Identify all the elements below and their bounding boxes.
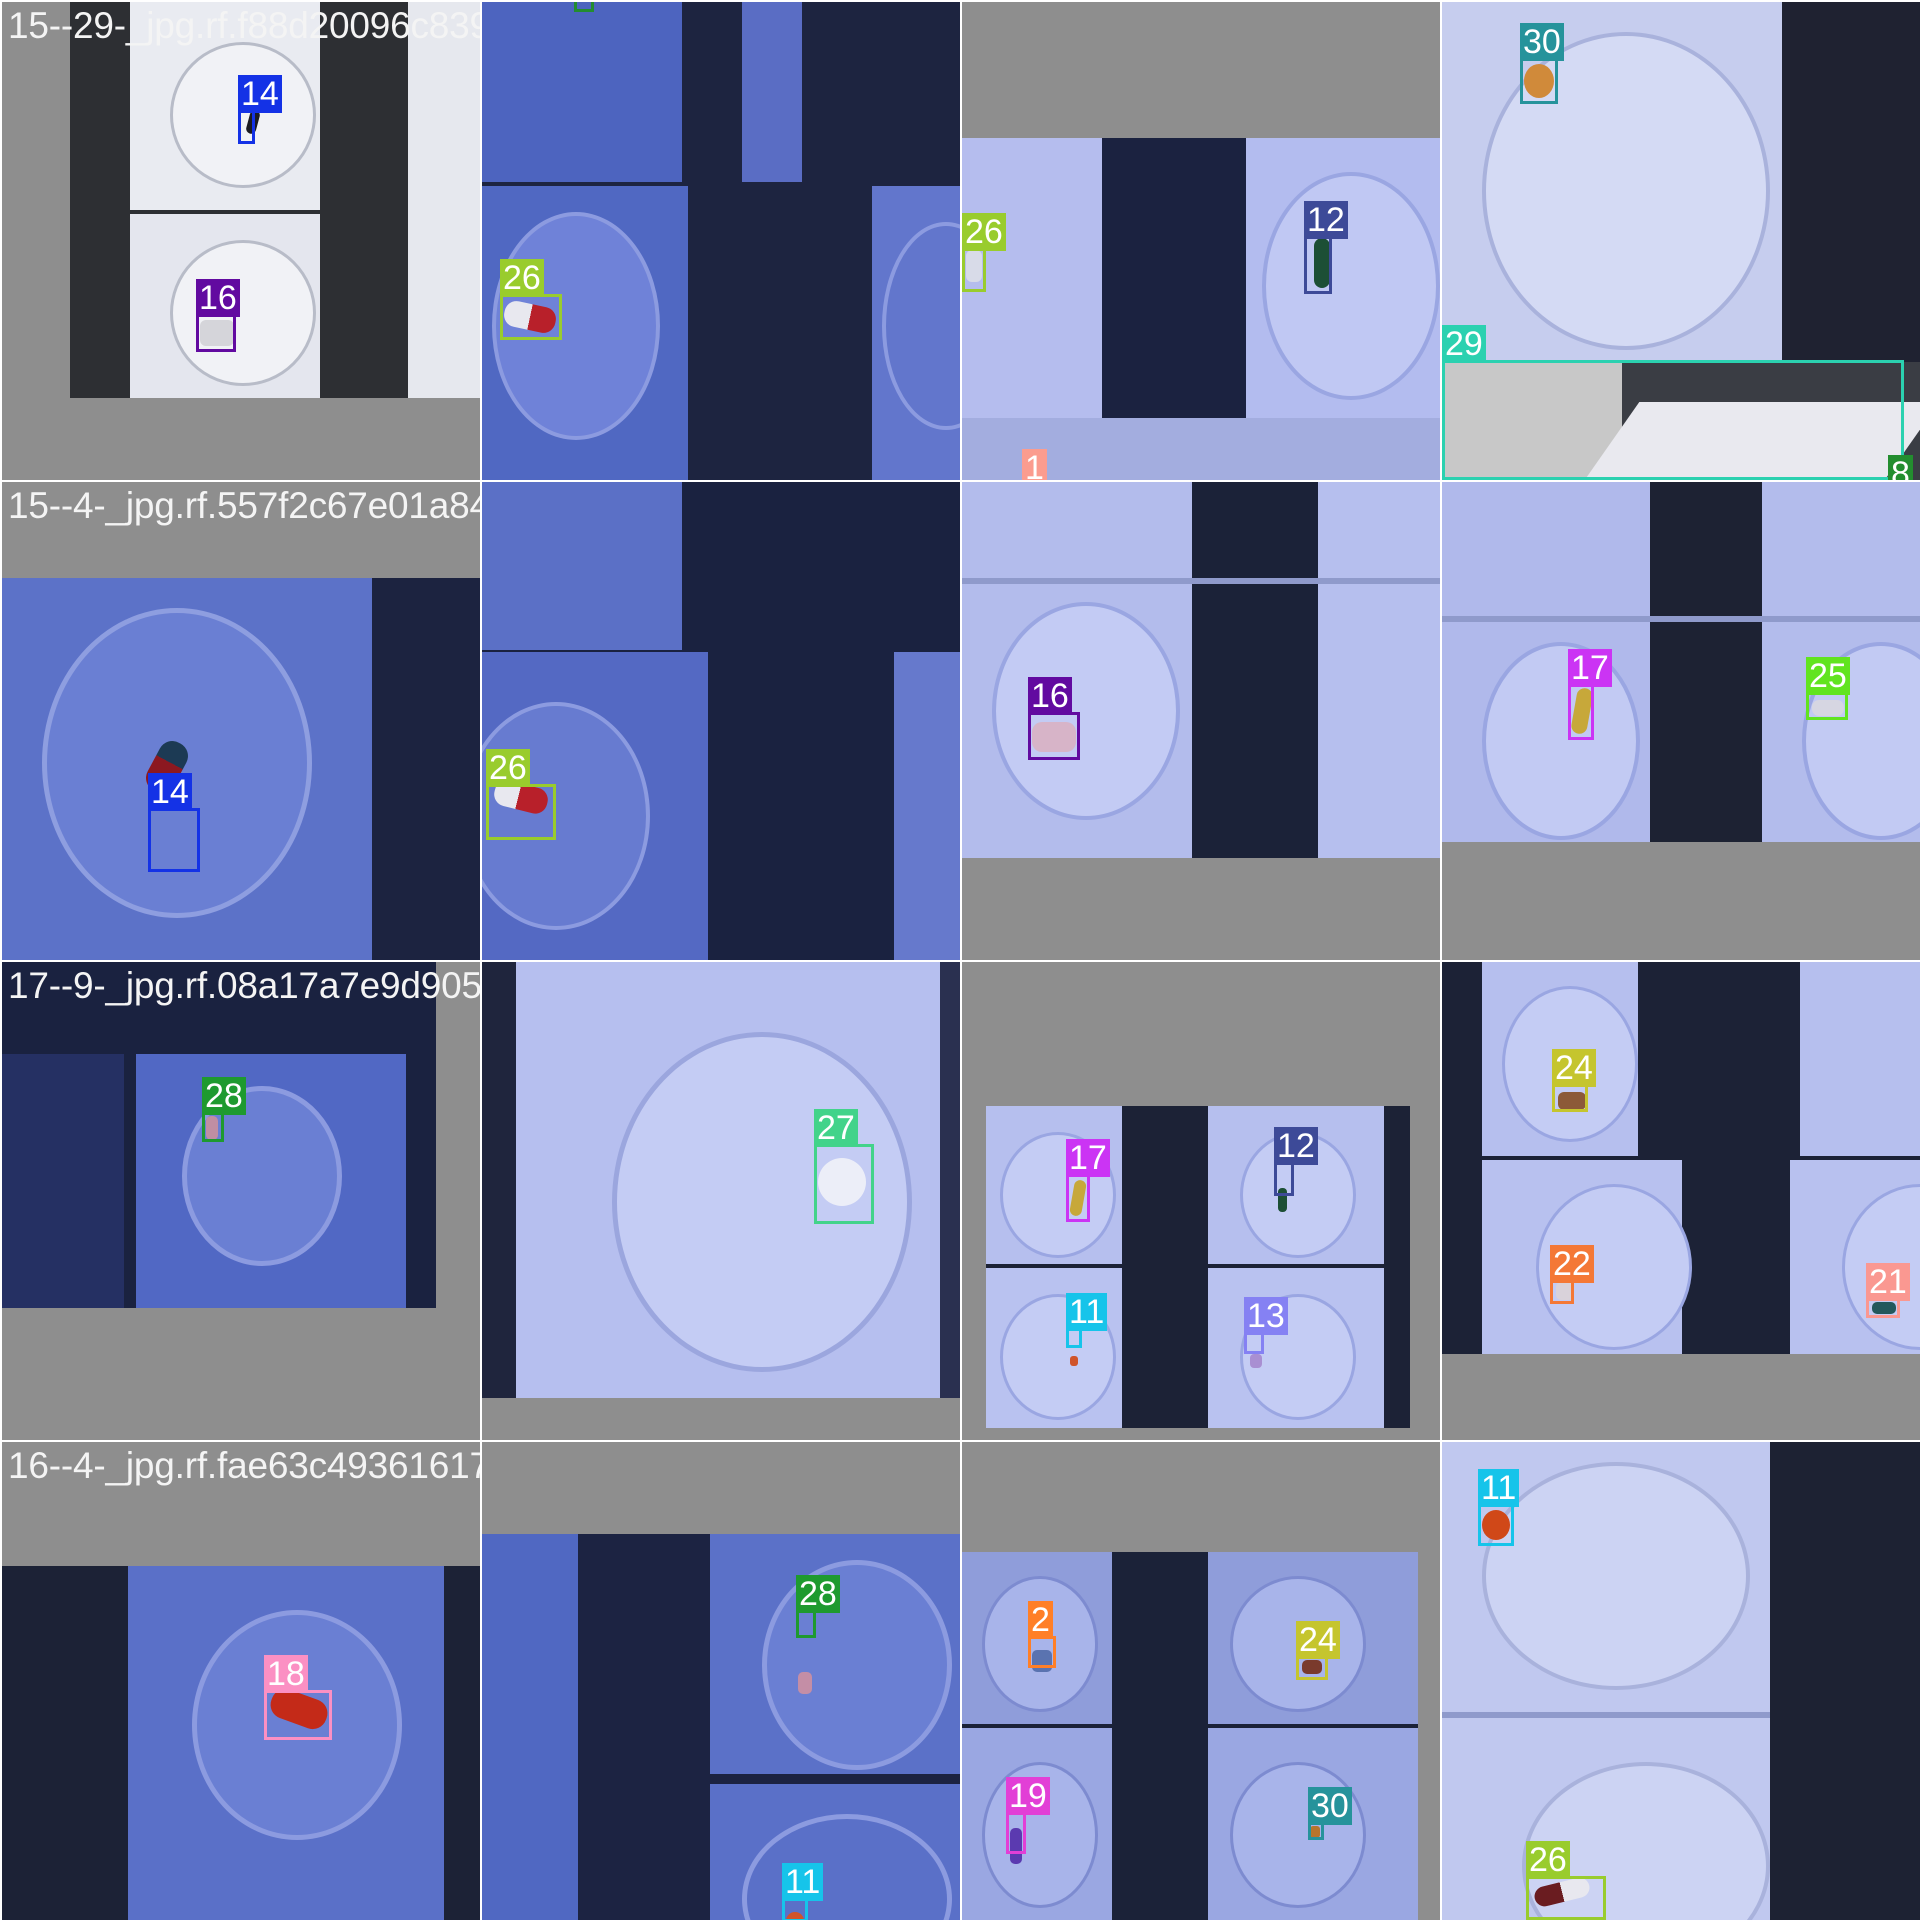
mosaic-tile-2: 8 26 bbox=[482, 2, 960, 480]
bbox-class-28: 28 bbox=[796, 1575, 840, 1638]
tile-photo bbox=[986, 1106, 1410, 1428]
tile-caption: 16--4-_jpg.rf.fae63c4936161723-1-_jpg.rf… bbox=[8, 1445, 480, 1486]
bbox-class-17: 17 bbox=[1568, 649, 1612, 740]
bbox-label: 19 bbox=[1006, 1777, 1050, 1815]
tile-photo bbox=[1442, 962, 1920, 1354]
mosaic-tile-3: 26 12 1 bbox=[962, 2, 1440, 480]
bbox-label: 26 bbox=[1526, 1841, 1570, 1879]
bbox-label: 30 bbox=[1308, 1787, 1352, 1825]
bbox-label: 25 bbox=[1806, 657, 1850, 695]
bbox-label: 24 bbox=[1296, 1621, 1340, 1659]
mosaic-tile-15: 2 24 19 30 bbox=[962, 1442, 1440, 1920]
tile-photo bbox=[482, 2, 960, 480]
bbox-label: 8 bbox=[1888, 455, 1913, 480]
bbox-label: 14 bbox=[238, 75, 282, 113]
bbox-label: 12 bbox=[1304, 201, 1348, 239]
tile-caption: 15--4-_jpg.rf.557f2c67e01a84-504-_jpg.rf… bbox=[8, 485, 480, 526]
bbox-class-26: 26 bbox=[962, 213, 1006, 292]
bbox-class-24: 24 bbox=[1552, 1049, 1596, 1112]
bbox-class-30: 30 bbox=[1308, 1787, 1352, 1840]
bbox-class-11: 11 bbox=[1478, 1469, 1520, 1546]
tile-photo bbox=[962, 482, 1440, 858]
bbox-label: 12 bbox=[1274, 1127, 1318, 1165]
bbox-class-24: 24 bbox=[1296, 1621, 1340, 1680]
bbox-label: 11 bbox=[1066, 1293, 1108, 1331]
bbox-label: 28 bbox=[202, 1077, 246, 1115]
bbox-class-29: 29 bbox=[1442, 325, 1904, 480]
mosaic-tile-14: 28 11 bbox=[482, 1442, 960, 1920]
bbox-label: 28 bbox=[796, 1575, 840, 1613]
tile-photo bbox=[482, 482, 960, 960]
bbox-class-12: 12 bbox=[1274, 1127, 1318, 1196]
bbox-class-26: 26 bbox=[500, 259, 562, 340]
mosaic-tile-12: 24 22 21 bbox=[1442, 962, 1920, 1440]
bbox-class-28: 28 bbox=[202, 1077, 246, 1142]
mosaic-tile-8: 17 25 bbox=[1442, 482, 1920, 960]
tile-photo bbox=[482, 962, 960, 1398]
bbox-label: 29 bbox=[1442, 325, 1486, 363]
mosaic-tile-13: 18 16--4-_jpg.rf.fae63c4936161723-1-_jpg… bbox=[2, 1442, 480, 1920]
bbox-class-14: 14 bbox=[238, 75, 282, 144]
mosaic-tile-6: 3 26 bbox=[482, 482, 960, 960]
bbox-class-11: 11 bbox=[782, 1863, 824, 1920]
bbox-class-13: 13 bbox=[1244, 1297, 1288, 1354]
bbox-label: 2 bbox=[1028, 1601, 1053, 1639]
bbox-class-11: 11 bbox=[1066, 1293, 1108, 1348]
bbox-label: 17 bbox=[1568, 649, 1612, 687]
bbox-class-18: 18 bbox=[264, 1655, 332, 1740]
tile-photo bbox=[962, 138, 1440, 480]
bbox-label: 27 bbox=[814, 1109, 858, 1147]
bbox-class-22: 22 bbox=[1550, 1245, 1594, 1304]
bbox-class-25: 25 bbox=[1806, 657, 1850, 720]
mosaic-tile-5: 14 15--4-_jpg.rf.557f2c67e01a84-504-_jpg… bbox=[2, 482, 480, 960]
bbox-class-16: 16 bbox=[1028, 677, 1080, 760]
tile-photo bbox=[482, 1534, 960, 1920]
bbox-label: 26 bbox=[486, 749, 530, 787]
bbox-label: 13 bbox=[1244, 1297, 1288, 1335]
bbox-class-8: 8 bbox=[574, 2, 594, 12]
bbox-label: 17 bbox=[1066, 1139, 1110, 1177]
bbox-label: 16 bbox=[1028, 677, 1072, 715]
tile-photo bbox=[70, 2, 480, 398]
bbox-class-19: 19 bbox=[1006, 1777, 1050, 1854]
bbox-label: 22 bbox=[1550, 1245, 1594, 1283]
mosaic-tile-16: 11 26 bbox=[1442, 1442, 1920, 1920]
bbox-class-21: 21 bbox=[1866, 1263, 1910, 1318]
bbox-label: 1 bbox=[1022, 449, 1047, 480]
tile-photo bbox=[2, 1566, 480, 1920]
detection-mosaic: 14 16 15--29-_jpg.rf.f88d20096c8390-28-_… bbox=[0, 0, 1920, 1920]
bbox-label: 14 bbox=[148, 773, 192, 811]
mosaic-tile-9: 28 17--9-_jpg.rf.08a17a7e9d9050-60-_jpg.… bbox=[2, 962, 480, 1440]
mosaic-tile-4: 30 29 8 bbox=[1442, 2, 1920, 480]
bbox-label: 18 bbox=[264, 1655, 308, 1693]
bbox-label: 16 bbox=[196, 279, 240, 317]
bbox-class-27: 27 bbox=[814, 1109, 874, 1224]
bbox-label: 21 bbox=[1866, 1263, 1910, 1301]
bbox-class-17: 17 bbox=[1066, 1139, 1110, 1222]
bbox-class-12: 12 bbox=[1304, 201, 1348, 294]
bbox-class-26: 26 bbox=[486, 749, 556, 840]
mosaic-tile-7: 16 bbox=[962, 482, 1440, 960]
bbox-class-2: 2 bbox=[1028, 1601, 1056, 1668]
bbox-label: 30 bbox=[1520, 23, 1564, 61]
bbox-label: 11 bbox=[1478, 1469, 1520, 1507]
bbox-class-30: 30 bbox=[1520, 23, 1564, 104]
tile-photo bbox=[2, 578, 480, 960]
bbox-class-26: 26 bbox=[1526, 1841, 1606, 1920]
bbox-label: 26 bbox=[500, 259, 544, 297]
bbox-class-14: 14 bbox=[148, 773, 200, 872]
bbox-label: 24 bbox=[1552, 1049, 1596, 1087]
mosaic-tile-11: 17 12 11 13 bbox=[962, 962, 1440, 1440]
bbox-label: 11 bbox=[782, 1863, 824, 1901]
mosaic-tile-10: 27 bbox=[482, 962, 960, 1440]
mosaic-tile-1: 14 16 15--29-_jpg.rf.f88d20096c8390-28-_… bbox=[2, 2, 480, 480]
bbox-class-16: 16 bbox=[196, 279, 240, 352]
bbox-label: 26 bbox=[962, 213, 1006, 251]
